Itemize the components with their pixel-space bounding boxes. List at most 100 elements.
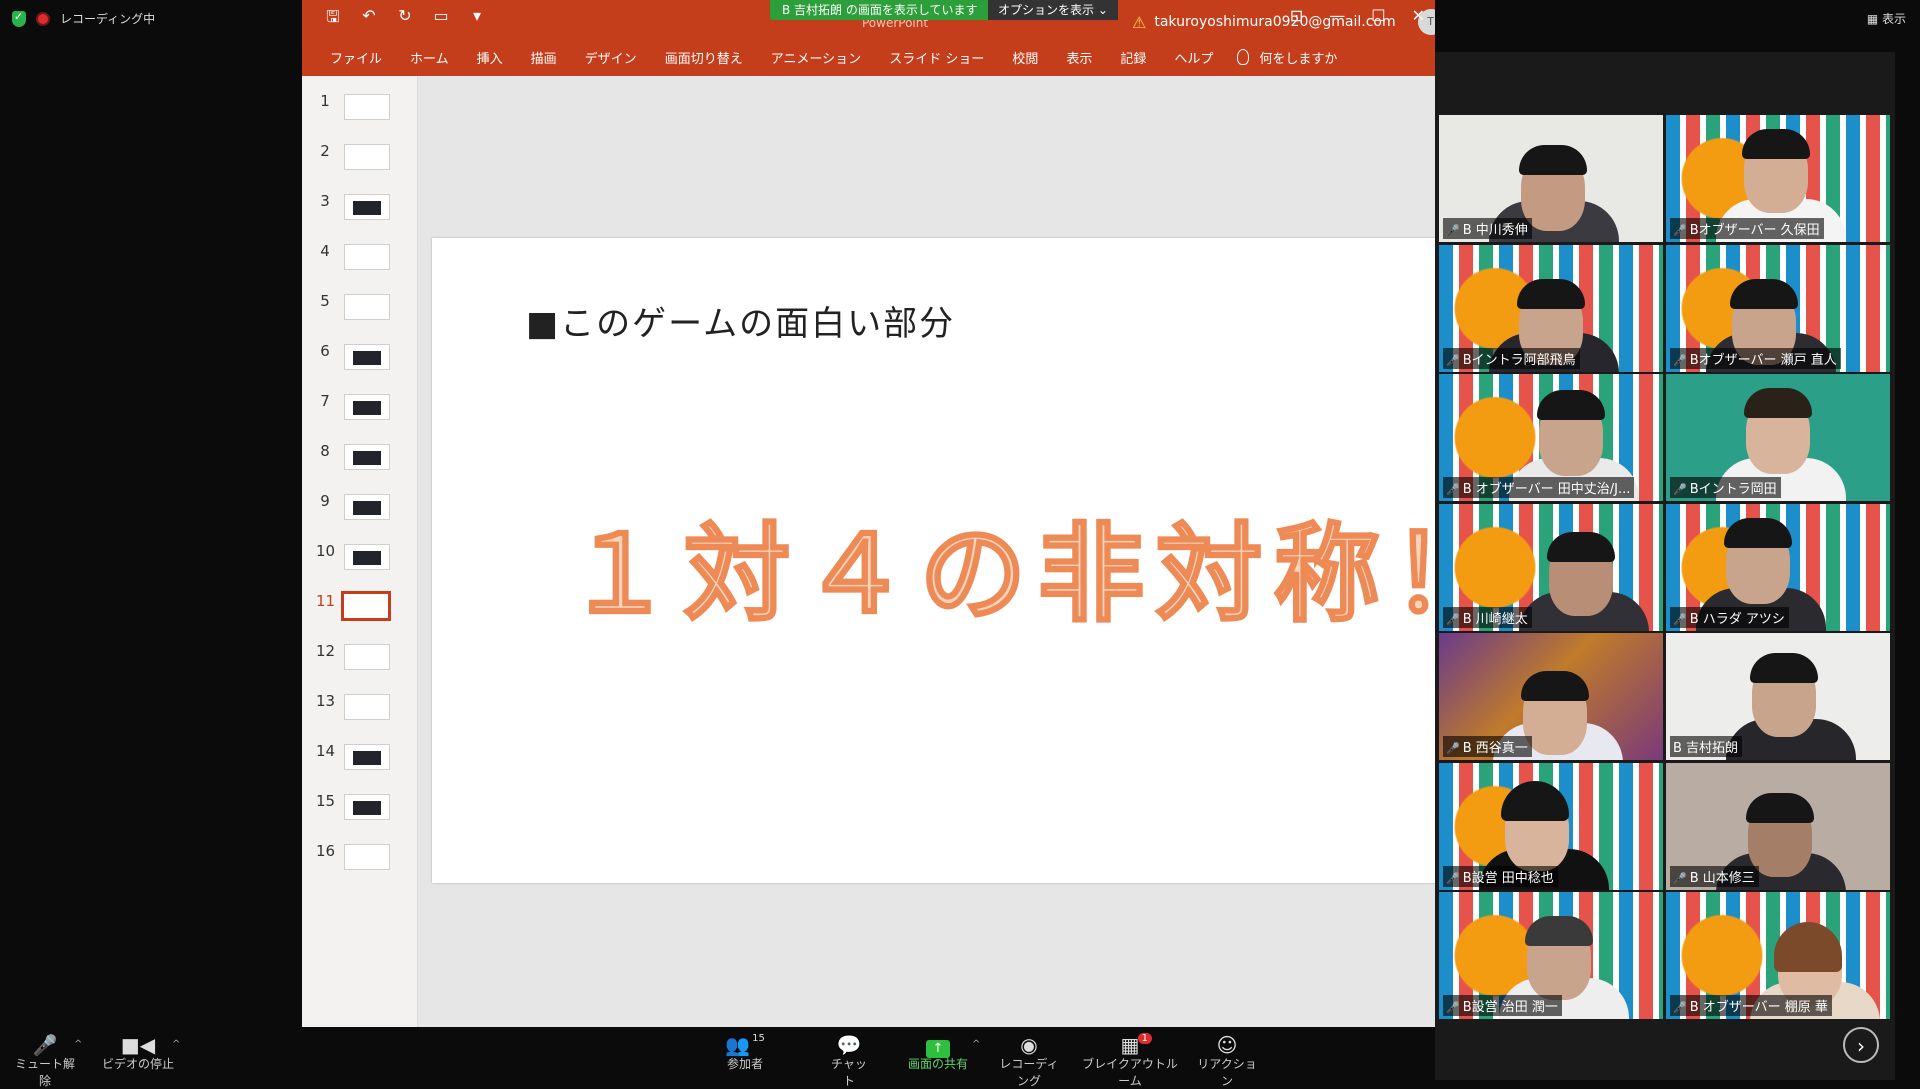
slide-thumb-image [344, 344, 390, 370]
video-tile[interactable]: 🎤 B オブザーバー 棚原 華 [1666, 892, 1890, 1019]
muted-mic-icon: 🎤 [1446, 872, 1460, 885]
slide-thumb-image [344, 294, 390, 320]
slide-thumbnail[interactable]: 3 [302, 190, 417, 230]
participant-name-text: B 吉村拓朗 [1673, 741, 1739, 756]
presentation-icon[interactable]: ▭ [432, 6, 450, 33]
stop-video-button[interactable]: ■◀ ビデオの停止 [102, 1033, 174, 1072]
slide-thumbnail-active[interactable]: 11 [302, 590, 417, 630]
slide-headline[interactable]: １対４の非対称！ [565, 488, 1436, 642]
participant-name: 🎤 B オブザーバー 田中丈治/J... [1443, 477, 1635, 498]
mute-button[interactable]: 🎤 ミュート解除 [12, 1033, 78, 1089]
participant-name: 🎤 Bイントラ阿部飛鳥 [1443, 348, 1580, 369]
slide-thumbnail[interactable]: 16 [302, 840, 417, 880]
save-icon[interactable]: 🖫 [324, 6, 342, 33]
close-icon[interactable]: ✕ [1412, 6, 1425, 25]
slide-number: 14 [316, 742, 336, 760]
slide-thumb-image [344, 494, 390, 520]
video-tile[interactable]: 🎤 B設営 田中稔也 [1439, 763, 1663, 890]
video-tile[interactable]: 🎤 Bオブザーバー 瀬戸 直人 [1666, 245, 1890, 372]
tab-help[interactable]: ヘルプ [1160, 48, 1227, 67]
muted-mic-icon: 🎤 [1673, 224, 1687, 237]
video-tile[interactable]: 🎤 B 川崎継太 [1439, 504, 1663, 631]
slide-thumbnail[interactable]: 6 [302, 340, 417, 380]
slide-number: 6 [320, 342, 330, 360]
slide-thumb-image [344, 194, 390, 220]
slide-thumbnail-pane: 1 2 3 4 5 6 7 8 9 10 11 12 13 14 15 16 [302, 76, 418, 1027]
slide-thumbnail[interactable]: 4 [302, 240, 417, 280]
customize-toolbar-icon[interactable]: ▾ [468, 6, 486, 33]
tab-review[interactable]: 校閲 [998, 48, 1052, 67]
ppt-title-bar: 🖫 ↶ ↻ ▭ ▾ PowerPoint B 吉村拓朗 の画面を表示しています … [302, 0, 1435, 38]
reactions-button[interactable]: ☺ リアクション [1196, 1033, 1258, 1089]
chat-button[interactable]: 💬 チャット [826, 1033, 872, 1089]
ribbon-display-icon[interactable]: ⊡ [1290, 6, 1303, 25]
video-tile[interactable]: 🎤 B 中川秀伸 [1439, 115, 1663, 242]
muted-mic-icon: 🎤 [1446, 224, 1460, 237]
participant-name: 🎤 B設営 治田 潤一 [1443, 995, 1562, 1016]
recording-icon [36, 11, 50, 26]
video-camera-icon: ■◀ [120, 1033, 156, 1057]
breakout-rooms-button[interactable]: ▦ 1 ブレイクアウトルーム [1078, 1033, 1182, 1089]
slide-thumbnail[interactable]: 5 [302, 290, 417, 330]
redo-icon[interactable]: ↻ [396, 6, 414, 33]
tab-slideshow[interactable]: スライド ショー [875, 48, 998, 67]
slide-thumbnail[interactable]: 14 [302, 740, 417, 780]
lightbulb-icon [1237, 49, 1250, 65]
slide-thumbnail[interactable]: 7 [302, 390, 417, 430]
slide-editing-canvas[interactable]: ■このゲームの面白い部分 １対４の非対称！ [418, 76, 1435, 1027]
slide-thumbnail[interactable]: 9 [302, 490, 417, 530]
video-tile[interactable]: 🎤 B 山本修三 [1666, 763, 1890, 890]
current-slide[interactable]: ■このゲームの面白い部分 １対４の非対称！ [432, 238, 1435, 883]
next-page-arrow-icon[interactable]: › [1843, 1027, 1879, 1063]
video-options-caret-icon[interactable]: ^ [172, 1039, 180, 1050]
video-tile[interactable]: 🎤 B 西谷真一 [1439, 633, 1663, 760]
minimize-icon[interactable]: — [1329, 6, 1345, 25]
audio-options-caret-icon[interactable]: ^ [74, 1039, 82, 1050]
warning-icon[interactable]: ⚠ [1132, 13, 1146, 32]
tab-file[interactable]: ファイル [316, 48, 396, 67]
slide-thumbnail[interactable]: 12 [302, 640, 417, 680]
video-tile[interactable]: 🎤 B オブザーバー 田中丈治/J... [1439, 374, 1663, 501]
tab-view[interactable]: 表示 [1052, 48, 1106, 67]
security-shield-icon[interactable] [12, 10, 26, 27]
slide-number: 8 [320, 442, 330, 460]
tab-home[interactable]: ホーム [396, 48, 463, 67]
reaction-emoji-icon: ☺ [1216, 1033, 1238, 1057]
slide-thumbnail[interactable]: 2 [302, 140, 417, 180]
video-tile[interactable]: 🎤 Bイントラ阿部飛鳥 [1439, 245, 1663, 372]
maximize-icon[interactable]: ☐ [1371, 6, 1385, 25]
record-label: レコーディング [999, 1057, 1059, 1088]
slide-thumb-image [344, 94, 390, 120]
tab-record[interactable]: 記録 [1106, 48, 1160, 67]
video-tile-active-speaker[interactable]: B 吉村拓朗 [1666, 633, 1890, 760]
tell-me-search[interactable]: 何をしますか [1259, 48, 1337, 67]
participants-button[interactable]: 👥 15 参加者 [720, 1033, 770, 1072]
share-screen-button[interactable]: ↑ 画面の共有 [904, 1033, 972, 1072]
slide-number: 9 [320, 492, 330, 510]
tab-transitions[interactable]: 画面切り替え [651, 48, 757, 67]
slide-thumbnail[interactable]: 15 [302, 790, 417, 830]
undo-icon[interactable]: ↶ [360, 6, 378, 33]
participant-name-text: B 川崎継太 [1462, 612, 1528, 627]
participant-name: 🎤 B設営 田中稔也 [1443, 866, 1558, 887]
slide-title[interactable]: ■このゲームの面白い部分 [526, 296, 955, 345]
tab-draw[interactable]: 描画 [517, 48, 571, 67]
slide-thumbnail[interactable]: 8 [302, 440, 417, 480]
share-options-caret-icon[interactable]: ^ [972, 1039, 980, 1050]
participant-name-text: B設営 田中稔也 [1462, 871, 1554, 886]
tab-insert[interactable]: 挿入 [463, 48, 517, 67]
video-tile[interactable]: 🎤 Bオブザーバー 久保田 [1666, 115, 1890, 242]
video-tile[interactable]: 🎤 B ハラダ アツシ [1666, 504, 1890, 631]
view-button[interactable]: ▦ 表示 [1867, 10, 1906, 27]
video-tile[interactable]: 🎤 Bイントラ岡田 [1666, 374, 1890, 501]
view-options-button[interactable]: オプションを表示 ⌄ [988, 0, 1118, 20]
tab-animations[interactable]: アニメーション [757, 48, 875, 67]
record-button[interactable]: ◉ レコーディング [994, 1033, 1064, 1089]
tab-design[interactable]: デザイン [571, 48, 651, 67]
slide-thumbnail[interactable]: 1 [302, 90, 417, 130]
participant-gallery: 🎤 B 中川秀伸 🎤 Bオブザーバー 久保田 🎤 Bイントラ阿部飛鳥 🎤 Bオブザーバー… [1435, 52, 1895, 1080]
participant-name: B 吉村拓朗 [1670, 736, 1743, 757]
video-tile[interactable]: 🎤 B設営 治田 潤一 [1439, 892, 1663, 1019]
slide-thumbnail[interactable]: 10 [302, 540, 417, 580]
slide-thumbnail[interactable]: 13 [302, 690, 417, 730]
